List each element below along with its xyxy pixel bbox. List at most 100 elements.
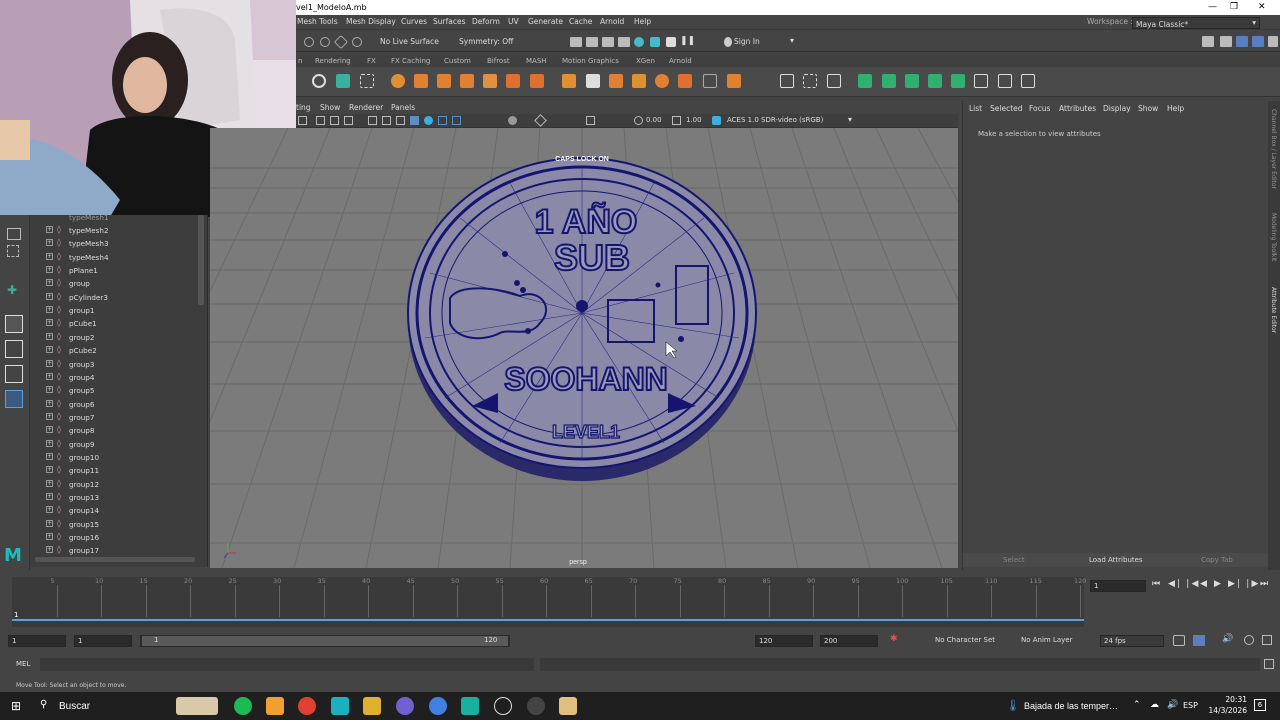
expand-icon[interactable]: + (46, 546, 53, 554)
expand-icon[interactable]: + (46, 439, 53, 447)
recorder-icon[interactable] (527, 697, 545, 715)
attr-menu-list[interactable]: List (969, 104, 982, 113)
shelf-tab-bifrost[interactable]: Bifrost (487, 57, 510, 65)
move-tool-icon[interactable]: ✚ (7, 283, 23, 297)
attr-load-button[interactable]: Load Attributes (1089, 556, 1143, 564)
auto-key-icon[interactable]: ✱ (890, 634, 898, 644)
select-tool-icon[interactable] (7, 228, 21, 240)
weather-text[interactable]: Bajada de las temper… (1024, 701, 1118, 711)
reduce-icon[interactable] (727, 74, 741, 88)
menu-help[interactable]: Help (634, 17, 651, 26)
outliner-item[interactable]: + ◊ typeMesh2 (30, 224, 200, 237)
outliner-item[interactable]: + ◊ pCube1 (30, 317, 200, 330)
maya-icon[interactable] (461, 697, 479, 715)
outliner-item[interactable]: + ◊ pCube2 (30, 344, 200, 357)
select-camera-icon[interactable] (298, 116, 307, 125)
cylinder-icon[interactable] (437, 74, 451, 88)
grid-icon[interactable] (316, 116, 325, 125)
expand-icon[interactable]: + (46, 266, 53, 274)
discord-icon[interactable] (396, 697, 414, 715)
play-forward-icon[interactable]: ▶ (1214, 579, 1221, 589)
playback-end-field[interactable]: 120 (755, 635, 813, 647)
shelf-tab-arnold[interactable]: Arnold (669, 57, 692, 65)
expand-icon[interactable]: + (46, 426, 53, 434)
clock-date[interactable]: 14/3/2026 (1198, 706, 1247, 715)
smooth-shade-icon[interactable] (382, 116, 391, 125)
outliner-item[interactable]: + ◊ group12 (30, 478, 200, 491)
menu-mesh-display[interactable]: Mesh Display (346, 17, 396, 26)
uv-layout-icon[interactable] (974, 74, 988, 88)
expand-icon[interactable]: + (46, 372, 53, 380)
outliner-scrollbar[interactable] (198, 215, 204, 305)
attr-menu-help[interactable]: Help (1167, 104, 1184, 113)
step-forward-key-icon[interactable]: ❘▶ (1244, 579, 1258, 589)
expand-icon[interactable]: + (46, 412, 53, 420)
outliner-item[interactable]: + ◊ group17 (30, 544, 200, 557)
clock-time[interactable]: 20:31 (1207, 695, 1247, 704)
expand-icon[interactable]: + (46, 239, 53, 247)
chevron-down-icon[interactable]: ▾ (848, 115, 852, 124)
fps-dropdown[interactable]: 24 fps (1100, 635, 1164, 647)
anim-start-field[interactable]: 1 (8, 635, 66, 647)
attr-copy-tab-button[interactable]: Copy Tab (1201, 556, 1233, 564)
chrome-icon[interactable] (298, 697, 316, 715)
plane-icon[interactable] (460, 74, 474, 88)
snap-point-icon[interactable] (320, 37, 330, 47)
color-management-icon[interactable] (712, 116, 721, 125)
tab-attribute-editor[interactable]: Attribute Editor (1270, 287, 1277, 343)
wireframe-icon[interactable] (368, 116, 377, 125)
menu-deform[interactable]: Deform (472, 17, 500, 26)
expand-icon[interactable]: + (46, 519, 53, 527)
expand-icon[interactable]: + (46, 386, 53, 394)
outliner-item[interactable]: + ◊ pCylinder3 (30, 291, 200, 304)
snap-curve-icon[interactable] (304, 37, 314, 47)
paint-icon[interactable] (559, 697, 577, 715)
outliner-item[interactable]: + ◊ group9 (30, 438, 200, 451)
shelf-tab-custom[interactable]: Custom (444, 57, 471, 65)
isolate-select-icon[interactable] (508, 116, 517, 125)
gamma-field[interactable]: 1.00 (686, 116, 702, 124)
toggle-tool-settings-icon[interactable] (1236, 36, 1248, 47)
outliner-item[interactable]: + ◊ group15 (30, 518, 200, 531)
outliner-item[interactable]: + ◊ group13 (30, 491, 200, 504)
minimize-icon[interactable]: — (1208, 2, 1217, 12)
file-explorer-icon[interactable] (363, 697, 381, 715)
uv-unfold-icon[interactable] (951, 74, 965, 88)
outliner-item[interactable]: + ◊ pPlane1 (30, 264, 200, 277)
menu-arnold[interactable]: Arnold (600, 17, 624, 26)
figma-icon[interactable] (266, 697, 284, 715)
uv-cylindrical-icon[interactable] (882, 74, 896, 88)
xray-icon[interactable] (452, 116, 461, 125)
snap-together-icon[interactable] (336, 74, 350, 88)
workspace-dropdown[interactable]: Maya Classic* ▾ (1132, 17, 1260, 29)
chrome-profile-icon[interactable] (429, 697, 447, 715)
current-frame-field[interactable]: 1 (1090, 580, 1146, 592)
expand-icon[interactable]: + (46, 226, 53, 233)
multi-cut-icon[interactable] (780, 74, 794, 88)
bridge-icon[interactable] (586, 74, 600, 88)
uv-sew-icon[interactable] (1021, 74, 1035, 88)
outliner-item[interactable]: + ◊ group3 (30, 358, 200, 371)
viewport-menu-lighting[interactable]: ting (296, 103, 311, 112)
sphere-icon[interactable] (391, 74, 405, 88)
expand-icon[interactable]: + (46, 466, 53, 474)
shelf-tab-partial[interactable]: n (298, 57, 302, 65)
step-forward-icon[interactable]: ▶❘ (1228, 579, 1242, 589)
windows-start-icon[interactable]: ⊞ (11, 700, 23, 712)
viewport-menu-renderer[interactable]: Renderer (349, 103, 383, 112)
offset-edge-loop-icon[interactable] (827, 74, 841, 88)
combine-icon[interactable] (506, 74, 520, 88)
shadows-icon[interactable] (438, 116, 447, 125)
step-back-icon[interactable]: ❘◀ (1184, 579, 1198, 589)
live-surface-label[interactable]: No Live Surface (380, 37, 439, 46)
sign-in-button[interactable]: Sign In (734, 37, 760, 46)
tab-modeling-toolkit[interactable]: Modeling Toolkit (1270, 213, 1277, 275)
expand-icon[interactable]: + (46, 399, 53, 407)
snapshot-icon[interactable] (666, 37, 676, 47)
obs-icon[interactable] (494, 697, 512, 715)
attr-menu-attributes[interactable]: Attributes (1059, 104, 1096, 113)
torus-icon[interactable] (483, 74, 497, 88)
chevron-down-icon[interactable]: ▾ (790, 36, 794, 45)
outliner-item[interactable]: + ◊ group10 (30, 451, 200, 464)
expand-icon[interactable]: + (46, 506, 53, 514)
